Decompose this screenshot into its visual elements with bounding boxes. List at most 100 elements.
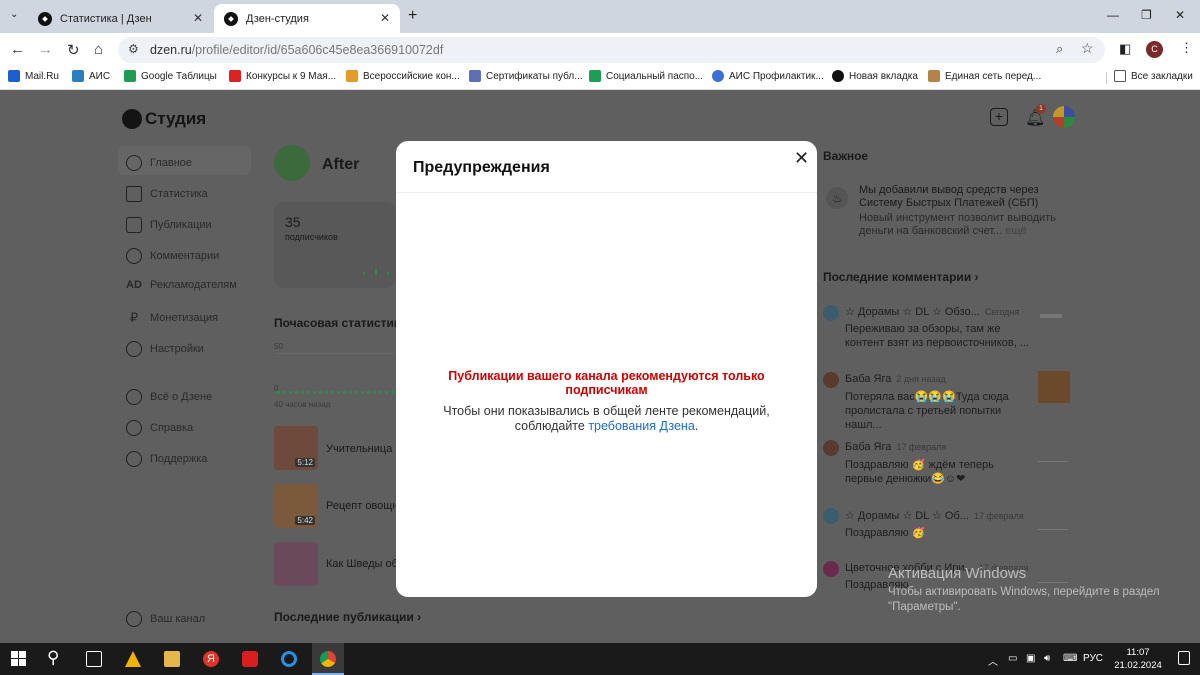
channel-name[interactable]: After (322, 156, 359, 174)
sidebar-item-advertisers[interactable]: AD Рекламодателям (126, 279, 237, 291)
reload-icon[interactable]: ↻ (67, 41, 80, 59)
battery-icon[interactable]: ▭ (1008, 653, 1017, 664)
sidebar-item-support[interactable]: Поддержка (126, 451, 207, 467)
language-indicator[interactable]: РУС (1083, 653, 1103, 664)
windows-start-icon[interactable] (11, 651, 26, 666)
sidebar-item-label: Рекламодателям (150, 279, 237, 291)
comment-text[interactable]: Поздравляю 🥳 (845, 526, 1030, 540)
bookmark-item[interactable]: Сертификаты публ... (469, 70, 583, 82)
volume-icon[interactable]: 🔊︎ (1044, 653, 1050, 664)
bookmark-item[interactable]: Google Таблицы (124, 70, 217, 82)
tab-statistics[interactable]: Статистика | Дзен ✕ (28, 4, 213, 33)
comment-text[interactable]: Поздравляю 🥳 ждём теперь первые денюжки😂… (845, 458, 1030, 486)
comment-author[interactable]: ☆ Дорамы ☆ DL ☆ Обзо... (845, 305, 980, 318)
comment-thumbnail[interactable] (1040, 314, 1062, 318)
bookmark-item[interactable]: АИС Профилактик... (712, 70, 824, 82)
commenter-avatar[interactable] (823, 440, 839, 456)
commenter-avatar[interactable] (823, 561, 839, 577)
back-icon[interactable]: ← (10, 41, 25, 58)
minimize-icon[interactable]: — (1107, 8, 1119, 22)
all-bookmarks[interactable]: Все закладки (1114, 70, 1193, 82)
tab-search-icon[interactable]: ⌄ (10, 9, 18, 20)
maximize-icon[interactable]: ❐ (1141, 8, 1152, 22)
close-tab-icon[interactable]: ✕ (193, 11, 203, 25)
internet-explorer-icon[interactable] (281, 651, 297, 667)
comment-author[interactable]: Баба Яга (845, 441, 891, 453)
sidebar-item-monetization[interactable]: ₽ Монетизация (126, 310, 218, 326)
studio-logo[interactable]: Студия (122, 109, 206, 129)
sidebar-item-your-channel[interactable]: Ваш канал (126, 611, 205, 627)
comment-chart-thumbnail[interactable] (1038, 561, 1068, 583)
modal-title: Предупреждения (413, 159, 550, 176)
comment-chart-thumbnail[interactable] (1038, 440, 1068, 462)
comment-thumbnail[interactable] (1038, 371, 1070, 403)
bookmark-item[interactable]: Конкурсы к 9 Мая... (229, 70, 336, 82)
tray-chevron-icon[interactable]: ︿ (988, 653, 998, 668)
commenter-avatar[interactable] (823, 372, 839, 388)
home-icon[interactable]: ⌂ (94, 41, 103, 58)
tab-studio[interactable]: Дзен-студия ✕ (214, 4, 400, 33)
network-icon[interactable]: ▣ (1026, 653, 1035, 664)
forward-icon[interactable]: → (38, 41, 53, 58)
close-tab-icon[interactable]: ✕ (380, 11, 390, 25)
sidebar-item-comments[interactable]: Комментарии (126, 248, 219, 264)
chrome-icon[interactable] (320, 651, 336, 667)
recent-publications-heading[interactable]: Последние публикации › (274, 610, 421, 624)
file-explorer-icon[interactable] (164, 651, 180, 667)
more-link[interactable]: ещё (1005, 225, 1026, 237)
side-panel-icon[interactable]: ◧ (1119, 41, 1131, 57)
commenter-avatar[interactable] (823, 508, 839, 524)
publication-title[interactable]: Учительница п (326, 443, 401, 455)
user-avatar[interactable] (1053, 106, 1075, 128)
publication-thumbnail[interactable]: 5:42 (274, 484, 318, 528)
task-view-icon[interactable] (86, 651, 102, 667)
notifications-icon[interactable] (1178, 651, 1190, 665)
bookmark-star-icon[interactable]: ☆ (1081, 40, 1094, 57)
close-window-icon[interactable]: ✕ (1175, 8, 1185, 22)
yandex-browser-icon[interactable]: Я (203, 651, 219, 667)
bookmark-item[interactable]: Всероссийские кон... (346, 70, 460, 82)
bookmark-item[interactable]: Единая сеть перед... (928, 70, 1041, 82)
bookmark-item[interactable]: Mail.Ru (8, 70, 59, 82)
comment-date: 17 февраля (973, 511, 1024, 521)
comment-text[interactable]: Потеряла вас😭😭😭Туда сюда пролистала с тр… (845, 390, 1030, 432)
commenter-avatar[interactable] (823, 305, 839, 321)
channel-avatar[interactable] (274, 145, 310, 181)
requirements-link[interactable]: требования Дзена (588, 419, 694, 433)
sidebar-item-publications[interactable]: Публикации (126, 217, 212, 233)
comment-chart-thumbnail[interactable] (1038, 508, 1068, 530)
search-icon[interactable]: ⚲ (47, 648, 59, 668)
sidebar-item-help[interactable]: Справка (126, 420, 193, 436)
menu-icon[interactable]: ⋮ (1180, 40, 1193, 56)
language-icon[interactable]: ⌨ (1063, 653, 1077, 664)
publication-title[interactable]: Как Шведы об (326, 558, 398, 570)
sidebar-item-statistics[interactable]: Статистика (126, 186, 208, 202)
bookmark-label: Все закладки (1131, 70, 1193, 82)
sidebar-item-main[interactable]: Главное (126, 155, 192, 171)
bookmark-item[interactable]: Социальный паспо... (589, 70, 703, 82)
logo-text: Студия (145, 109, 207, 128)
sidebar-item-about[interactable]: Всё о Дзене (126, 389, 212, 405)
close-icon[interactable]: ✕ (794, 148, 809, 169)
comment-icon (126, 248, 142, 264)
publication-title[interactable]: Рецепт овощн (326, 500, 398, 512)
comments-heading[interactable]: Последние комментарии › (823, 270, 979, 284)
zoom-icon[interactable]: ⌕ (1056, 41, 1063, 57)
important-title[interactable]: Мы добавили вывод средств через Систему … (859, 184, 1059, 210)
bookmark-item[interactable]: АИС (72, 70, 110, 82)
comment-author[interactable]: Баба Яга (845, 373, 891, 385)
comment-text[interactable]: Переживаю за обзоры, там же контент взят… (845, 322, 1030, 350)
profile-avatar[interactable]: C (1146, 41, 1163, 58)
clock[interactable]: 11:07 21.02.2024 (1110, 646, 1166, 672)
bookmark-item[interactable]: Новая вкладка (832, 70, 918, 82)
app-red-icon[interactable] (242, 651, 258, 667)
create-icon[interactable]: + (990, 108, 1008, 126)
publication-thumbnail[interactable]: 5:12 (274, 426, 318, 470)
site-settings-icon[interactable]: ⚙ (128, 42, 139, 56)
comment-author[interactable]: ☆ Дорамы ☆ DL ☆ Об... (845, 509, 969, 522)
new-tab-button[interactable]: + (408, 7, 417, 25)
publication-thumbnail[interactable] (274, 542, 318, 586)
hourly-stats-heading[interactable]: Почасовая статистик (274, 316, 400, 330)
sidebar-item-settings[interactable]: Настройки (126, 341, 204, 357)
url-host: dzen.ru (150, 43, 192, 57)
